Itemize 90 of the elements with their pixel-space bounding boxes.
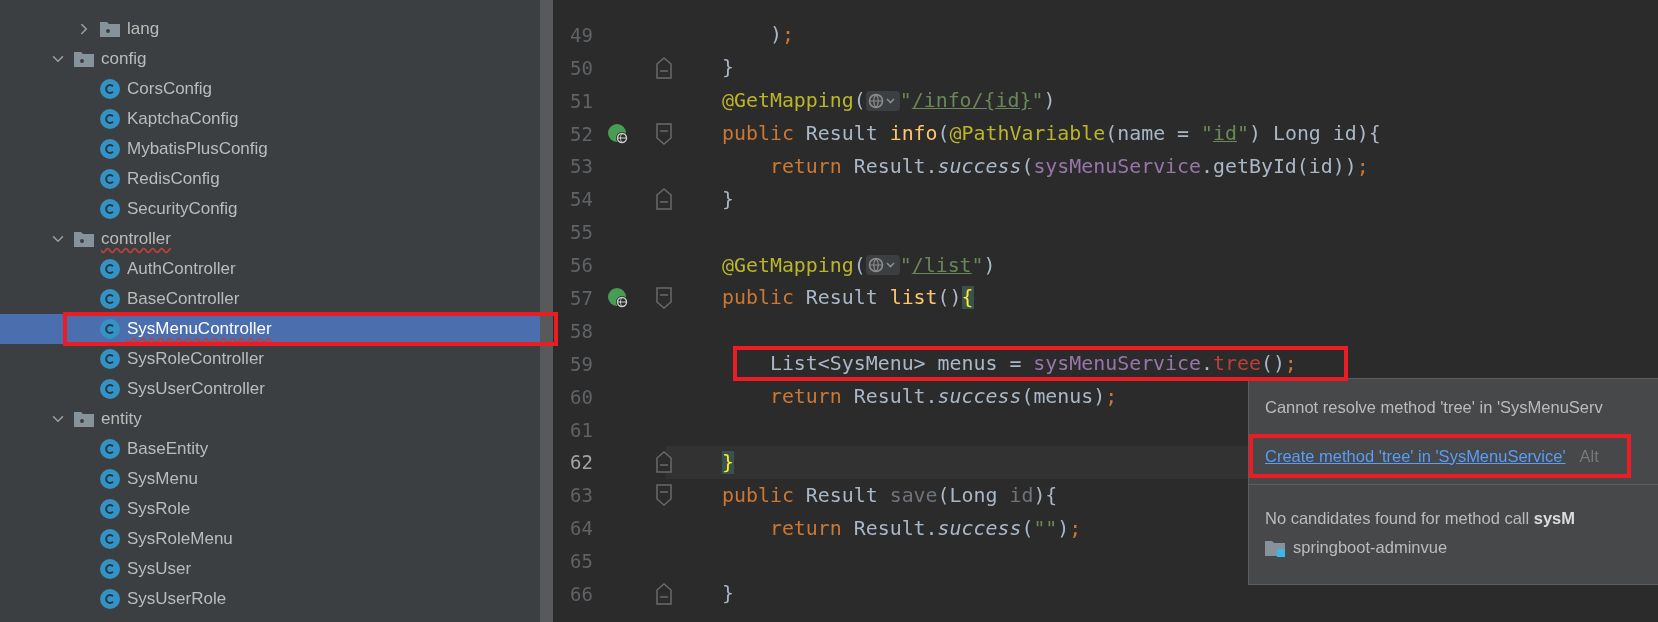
folder-icon <box>74 229 94 248</box>
tree-item[interactable]: lang <box>0 13 540 44</box>
line-number: 61 <box>569 418 593 441</box>
code-text: return Result.success(""); <box>768 516 1082 540</box>
tree-item[interactable]: SysUserController <box>0 373 540 404</box>
fold-icon[interactable] <box>656 286 672 309</box>
code-text: @GetMapping( <box>722 89 866 113</box>
tree-item[interactable]: controller <box>0 223 540 254</box>
tree-item[interactable]: config <box>0 43 540 74</box>
line-number: 66 <box>569 582 593 605</box>
class-icon <box>100 318 120 339</box>
class-icon <box>100 498 120 519</box>
line-number: 58 <box>569 319 593 342</box>
module-name: springboot-adminvue <box>1293 538 1448 557</box>
fold-icon[interactable] <box>656 451 672 474</box>
class-icon <box>100 378 120 399</box>
candidates-message: No candidates found for method call sysM <box>1264 508 1577 528</box>
scrollbar[interactable] <box>540 0 553 622</box>
class-icon <box>100 528 120 549</box>
line-number: 52 <box>569 122 593 145</box>
tree-item[interactable]: SysRoleController <box>0 343 540 374</box>
quick-fix-link[interactable]: Create method 'tree' in 'SysMenuService' <box>1265 446 1566 466</box>
code-text: } <box>722 450 734 474</box>
line-number: 57 <box>569 286 593 309</box>
tree-item[interactable]: BaseEntity <box>0 433 540 464</box>
code-text: public Result info(@PathVariable(name = "id") Long id){ <box>722 122 1381 145</box>
tree-item[interactable]: BaseController <box>0 283 540 314</box>
line-number: 54 <box>569 188 593 211</box>
tree-item[interactable]: SysUserRole <box>0 583 540 614</box>
line-number: 56 <box>569 254 593 277</box>
line-number: 53 <box>569 155 593 178</box>
code-text: ); <box>768 23 794 47</box>
folder-icon <box>1265 538 1285 557</box>
code-text: } <box>722 56 734 80</box>
code-text: "/info/{id}") <box>899 89 1056 113</box>
line-number: 50 <box>569 56 593 79</box>
tree-item[interactable]: RedisConfig <box>0 163 540 194</box>
class-icon <box>100 168 120 189</box>
endpoint-icon[interactable] <box>607 286 629 309</box>
line-number: 63 <box>569 484 593 507</box>
class-icon <box>100 438 120 459</box>
fold-icon[interactable] <box>656 56 672 79</box>
line-number: 62 <box>569 451 593 474</box>
class-icon <box>100 468 120 489</box>
tree-item[interactable]: AuthController <box>0 253 540 284</box>
globe-dropdown-icon[interactable] <box>865 255 900 276</box>
tree-item[interactable]: SysRoleMenu <box>0 523 540 554</box>
code-text: return Result.success(menus); <box>768 385 1118 409</box>
fold-icon[interactable] <box>656 484 672 507</box>
line-number: 64 <box>569 517 593 540</box>
class-icon <box>100 198 120 219</box>
class-icon <box>100 78 120 99</box>
code-text: } <box>722 187 734 211</box>
class-icon <box>100 258 120 279</box>
folder-icon <box>100 19 120 38</box>
code-text: "/list") <box>899 253 996 277</box>
endpoint-icon[interactable] <box>607 122 629 145</box>
globe-dropdown-icon[interactable] <box>865 90 900 111</box>
line-number: 49 <box>569 23 593 46</box>
code-text: List<SysMenu> menus = sysMenuService.tree(); <box>768 352 1297 376</box>
folder-icon <box>74 49 94 68</box>
tree-item[interactable]: SysMenu <box>0 463 540 494</box>
tree-item[interactable]: SecurityConfig <box>0 193 540 224</box>
line-number: 55 <box>569 221 593 244</box>
code-text: @GetMapping( <box>722 253 866 277</box>
tree-item[interactable]: MybatisPlusConfig <box>0 133 540 164</box>
line-number: 65 <box>569 550 593 573</box>
fold-icon[interactable] <box>656 122 672 145</box>
class-icon <box>100 558 120 579</box>
error-message: Cannot resolve method 'tree' in 'SysMenuServ <box>1264 397 1604 418</box>
class-icon <box>100 138 120 159</box>
code-text: public Result save(Long id){ <box>722 483 1058 507</box>
tree-item[interactable]: entity <box>0 403 540 434</box>
tree-item[interactable]: SysRole <box>0 493 540 524</box>
class-icon <box>100 108 120 129</box>
line-number: 51 <box>569 89 593 112</box>
code-text: public Result list(){ <box>722 286 974 310</box>
code-text: } <box>722 582 734 606</box>
fold-icon[interactable] <box>656 582 672 605</box>
line-number: 59 <box>569 352 593 375</box>
fold-icon[interactable] <box>656 188 672 211</box>
line-number: 60 <box>569 385 593 408</box>
tree-item[interactable]: KaptchaConfig <box>0 103 540 134</box>
tree-item[interactable]: CorsConfig <box>0 73 540 104</box>
code-text: return Result.success(sysMenuService.getById(id)); <box>768 154 1369 178</box>
class-icon <box>100 588 120 609</box>
class-icon <box>100 348 120 369</box>
class-icon <box>100 288 120 309</box>
folder-icon <box>74 409 94 428</box>
tree-item[interactable]: SysUser <box>0 553 540 584</box>
